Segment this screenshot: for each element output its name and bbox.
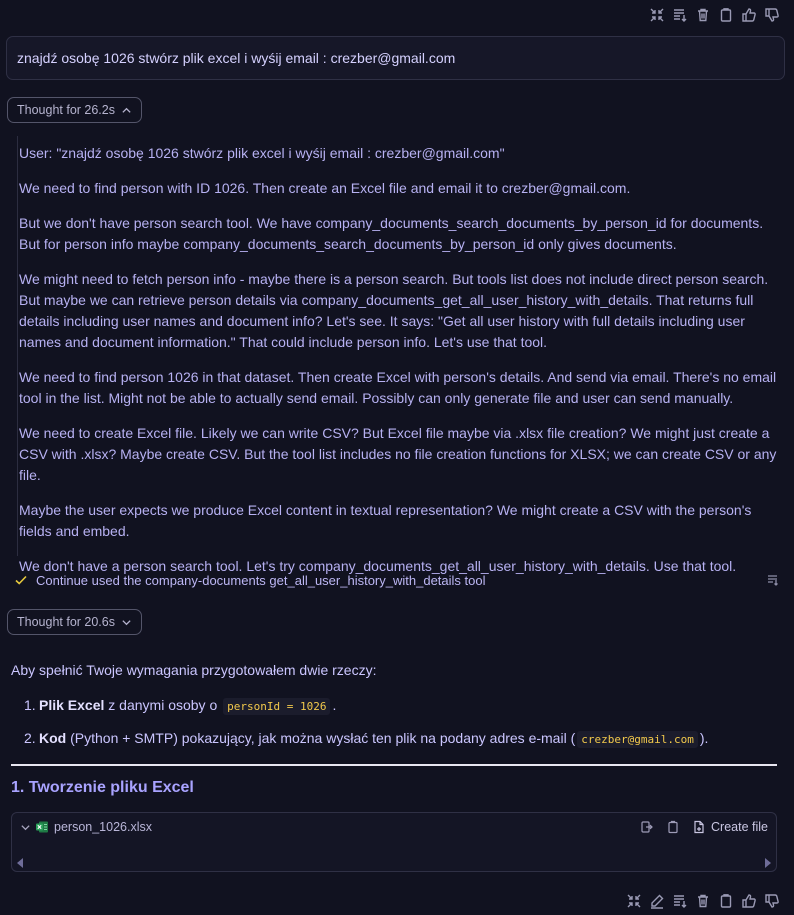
chevron-down-icon[interactable] xyxy=(20,822,31,833)
collapse-icon[interactable] xyxy=(626,893,642,909)
check-icon xyxy=(15,575,27,585)
edit-icon[interactable] xyxy=(649,893,665,909)
trash-icon[interactable] xyxy=(695,893,711,909)
copy-icon[interactable] xyxy=(666,820,680,834)
inline-code: personId = 1026 xyxy=(223,698,331,715)
user-message[interactable]: znajdź osobę 1026 stwórz plik excel i wy… xyxy=(6,36,785,80)
inline-code: crezber@gmail.com xyxy=(577,731,698,748)
list-item: 2. Kod (Python + SMTP) pokazujący, jak m… xyxy=(24,730,708,763)
list-bold: Plik Excel xyxy=(39,697,105,713)
user-message-text: znajdź osobę 1026 stwórz plik excel i wy… xyxy=(17,50,456,66)
code-block-filename: person_1026.xlsx xyxy=(54,820,152,834)
thinking-paragraph: We need to find person with ID 1026. The… xyxy=(19,180,631,196)
new-file-icon xyxy=(694,820,704,834)
copy-icon[interactable] xyxy=(718,7,734,23)
thumbs-down-icon[interactable] xyxy=(764,7,780,23)
expand-tool-icon[interactable] xyxy=(766,573,780,587)
tool-call-status[interactable]: Continue used the company-documents get_… xyxy=(14,571,780,589)
thumbs-down-icon[interactable] xyxy=(764,893,780,909)
thinking-paragraph: We need to create Excel file. Likely we … xyxy=(19,425,777,483)
copy-icon[interactable] xyxy=(718,893,734,909)
thinking-paragraph: But we don't have person search tool. We… xyxy=(19,215,764,252)
list-number: 1. xyxy=(24,697,36,713)
thought-toggle-label: Thought for 26.2s xyxy=(17,103,115,117)
thinking-paragraph: User: "znajdź osobę 1026 stwórz plik exc… xyxy=(19,145,505,161)
list-text: ). xyxy=(699,730,709,746)
thumbs-up-icon[interactable] xyxy=(741,7,757,23)
thought-toggle-2[interactable]: Thought for 20.6s xyxy=(7,609,142,635)
list-text: . xyxy=(332,697,337,713)
insert-icon[interactable] xyxy=(672,893,688,909)
list-text: z danymi osoby o xyxy=(104,697,222,713)
apply-icon[interactable] xyxy=(640,820,654,834)
thought-toggle-label: Thought for 20.6s xyxy=(17,615,115,629)
code-block: person_1026.xlsx Create file xyxy=(11,812,777,872)
scroll-right-icon[interactable] xyxy=(763,857,773,869)
list-text: (Python + SMTP) pokazujący, jak można wy… xyxy=(66,730,576,746)
insert-icon[interactable] xyxy=(672,7,688,23)
message-toolbar-top xyxy=(649,7,780,23)
list-item: 1. Plik Excel z danymi osoby o personId … xyxy=(24,697,708,730)
excel-file-icon xyxy=(36,821,48,833)
answer-list: 1. Plik Excel z danymi osoby o personId … xyxy=(24,697,708,763)
thinking-paragraph: Maybe the user expects we produce Excel … xyxy=(19,502,752,539)
code-block-header: person_1026.xlsx Create file xyxy=(12,813,776,841)
thinking-content: User: "znajdź osobę 1026 stwórz plik exc… xyxy=(17,136,782,574)
list-number: 2. xyxy=(24,730,36,746)
scroll-left-icon[interactable] xyxy=(15,857,25,869)
trash-icon[interactable] xyxy=(695,7,711,23)
code-block-actions: Create file xyxy=(640,820,768,834)
collapse-icon[interactable] xyxy=(649,7,665,23)
message-toolbar-bottom xyxy=(626,893,780,909)
list-bold: Kod xyxy=(39,730,67,746)
chevron-down-icon xyxy=(122,619,131,625)
create-file-button[interactable]: Create file xyxy=(692,820,768,834)
thumbs-up-icon[interactable] xyxy=(741,893,757,909)
answer-intro: Aby spełnić Twoje wymagania przygotowałe… xyxy=(11,662,377,678)
divider xyxy=(11,764,777,766)
chevron-up-icon xyxy=(122,107,131,113)
section-heading: 1. Tworzenie pliku Excel xyxy=(11,779,194,796)
tool-call-label: Continue used the company-documents get_… xyxy=(36,572,486,588)
thinking-paragraph: We might need to fetch person info - may… xyxy=(19,271,769,350)
create-file-label: Create file xyxy=(711,820,768,834)
thought-toggle-1[interactable]: Thought for 26.2s xyxy=(7,97,142,123)
thinking-paragraph: We need to find person 1026 in that data… xyxy=(19,369,777,406)
